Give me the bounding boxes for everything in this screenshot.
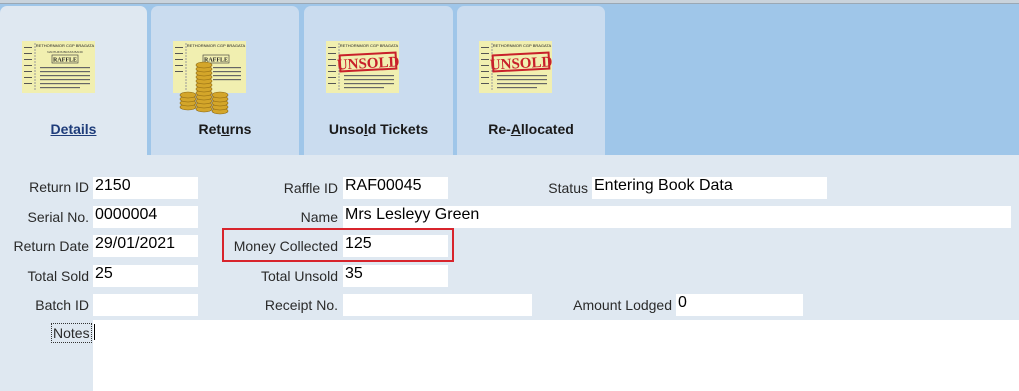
return-date-label: Return Date <box>13 238 89 254</box>
ticket-coins-icon: RETHORNMOR CGP BRAGATA RAFFLE <box>173 41 246 115</box>
amount-lodged-field[interactable]: 0 <box>676 294 803 316</box>
total-unsold-label: Total Unsold <box>260 268 338 284</box>
total-sold-label: Total Sold <box>27 268 89 284</box>
tab-re-allocated-label: Re-Allocated <box>488 121 574 137</box>
ticket-header-text: RETHORNMOR CGP BRAGATA <box>340 43 399 48</box>
raffle-id-label: Raffle ID <box>283 180 338 196</box>
status-label: Status <box>548 180 588 196</box>
ticket-header-text: RETHORNMOR CGP BRAGATA <box>493 43 552 48</box>
unsold-stamp-text: UNSOLD <box>489 54 552 73</box>
money-collected-label: Money Collected <box>233 238 338 254</box>
ticket-icon: RETHORNMOR CGP BRAGATA NANTHINS BRASS BA… <box>22 41 95 93</box>
notes-textarea[interactable] <box>93 320 1019 391</box>
text-caret <box>94 324 95 340</box>
accelerator-key: l <box>363 121 368 137</box>
raffle-id-field[interactable]: RAF00045 <box>343 177 448 199</box>
tab-details-label: Details <box>50 121 97 137</box>
tab-unsold-tickets-label: Unsold Tickets <box>328 121 429 137</box>
tab-returns[interactable]: RETHORNMOR CGP BRAGATA RAFFLE Returns <box>151 6 299 155</box>
total-sold-field[interactable]: 25 <box>93 265 198 287</box>
return-date-field[interactable]: 29/01/2021 <box>93 235 198 257</box>
batch-id-field[interactable] <box>93 294 198 316</box>
batch-id-label: Batch ID <box>35 297 89 313</box>
unsold-stamp-text: UNSOLD <box>336 54 399 73</box>
tab-returns-label: Returns <box>198 121 252 137</box>
accelerator-key: D <box>50 121 61 137</box>
total-unsold-field[interactable]: 35 <box>343 265 448 287</box>
tab-details[interactable]: RETHORNMOR CGP BRAGATA NANTHINS BRASS BA… <box>0 6 147 158</box>
ticket-header-text: RETHORNMOR CGP BRAGATA <box>187 43 246 48</box>
tab-unsold-tickets[interactable]: RETHORNMOR CGP BRAGATA UNSOLD Unsold Tic… <box>304 6 453 155</box>
serial-no-label: Serial No. <box>27 209 89 225</box>
tab-re-allocated[interactable]: RETHORNMOR CGP BRAGATA UNSOLD Re-Allocat… <box>457 6 605 155</box>
notes-label: Notes <box>51 323 92 343</box>
return-id-field[interactable]: 2150 <box>93 177 198 199</box>
tab-bar: RETHORNMOR CGP BRAGATA NANTHINS BRASS BA… <box>0 4 1019 158</box>
accelerator-key: A <box>510 121 521 137</box>
money-collected-field[interactable]: 125 <box>343 235 448 257</box>
name-field[interactable]: Mrs Lesleyy Green <box>343 206 1011 228</box>
serial-no-field[interactable]: 0000004 <box>93 206 198 228</box>
ticket-unsold-icon: RETHORNMOR CGP BRAGATA UNSOLD <box>326 41 399 93</box>
receipt-no-label: Receipt No. <box>264 297 338 313</box>
amount-lodged-label: Amount Lodged <box>573 297 672 313</box>
ticket-header-text: RETHORNMOR CGP BRAGATA <box>36 43 95 48</box>
return-id-label: Return ID <box>29 179 89 195</box>
ticket-unsold-icon: RETHORNMOR CGP BRAGATA UNSOLD <box>479 41 552 93</box>
accelerator-key: u <box>221 121 230 137</box>
name-label: Name <box>300 209 338 225</box>
status-field[interactable]: Entering Book Data <box>592 177 827 199</box>
ticket-title-text: RAFFLE <box>53 58 77 64</box>
receipt-no-field[interactable] <box>343 294 532 316</box>
ticket-sub-text: NANTHINS BRASS BAND <box>47 50 83 54</box>
